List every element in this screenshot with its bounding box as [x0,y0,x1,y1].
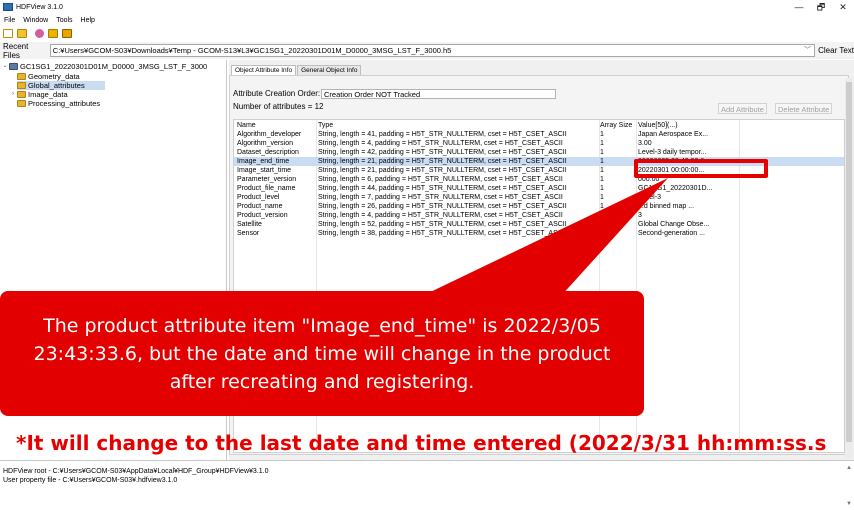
callout-line-2: 23:43:33.6, but the date and time will c… [33,342,611,365]
callout-pointer-shape [420,178,668,297]
annotation-note: *It will change to the last date and tim… [16,431,827,455]
callout-line-1: The product attribute item "Image_end_ti… [43,314,601,337]
scroll-up-icon[interactable]: ▲ [846,465,852,471]
status-line-props: User property file - C:¥Users¥GCOM-S03¥.… [3,477,178,484]
callout-line-3: after recreating and registering. [169,370,475,393]
status-bar: HDFView root - C:¥Users¥GCOM-S03¥AppData… [0,460,854,510]
status-scrollbar[interactable]: ▲ ▼ [846,463,852,509]
scroll-down-icon[interactable]: ▼ [846,501,852,507]
status-line-root: HDFView root - C:¥Users¥GCOM-S03¥AppData… [3,468,269,475]
annotation-callout: The product attribute item "Image_end_ti… [0,291,644,416]
